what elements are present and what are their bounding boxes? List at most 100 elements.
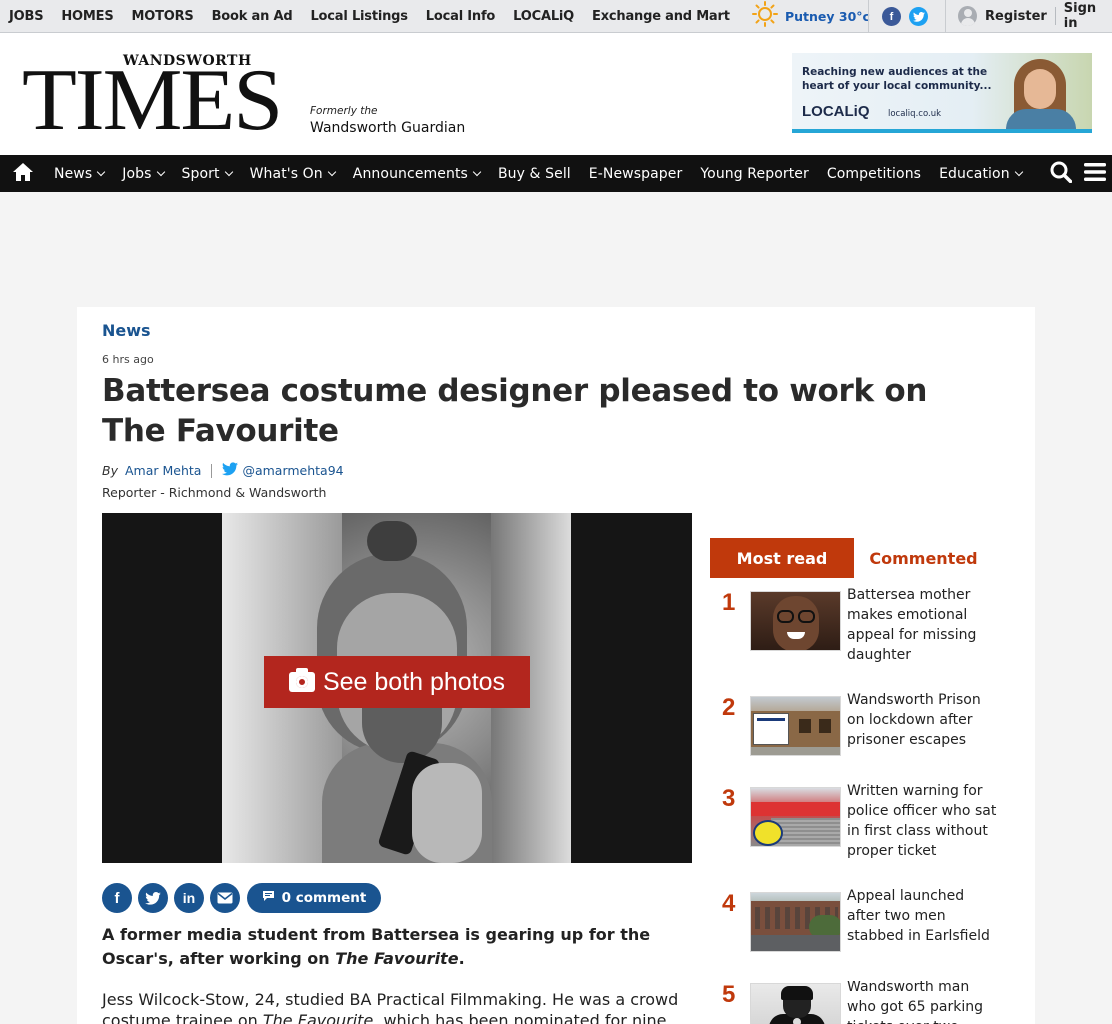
sun-icon — [752, 1, 778, 31]
most-read-item[interactable]: 1 Battersea mother makes emotional appea… — [710, 587, 1000, 669]
comment-icon — [262, 890, 275, 906]
article-thumbnail — [750, 787, 841, 847]
account-links: Register Sign in — [958, 0, 1112, 32]
article-timestamp: 6 hrs ago — [102, 353, 154, 366]
social-links: f — [882, 7, 928, 26]
share-bar: f in 0 comment — [102, 883, 381, 913]
author-role: Reporter - Richmond & Wandsworth — [102, 485, 327, 500]
nav-item-education[interactable]: Education — [930, 155, 1031, 192]
weather-temperature: Putney 30°c — [785, 8, 870, 24]
share-email-icon[interactable] — [210, 883, 240, 913]
most-read-title: Wandsworth Prison on lockdown after pris… — [847, 692, 981, 748]
nav-item-sport[interactable]: Sport — [173, 155, 241, 192]
nav-item-young-reporter[interactable]: Young Reporter — [691, 155, 818, 192]
nav-item-e-newspaper[interactable]: E-Newspaper — [580, 155, 692, 192]
author-link[interactable]: Amar Mehta — [125, 463, 201, 478]
article-body: Jess Wilcock-Stow, 24, studied BA Practi… — [102, 990, 679, 1024]
share-facebook-icon[interactable]: f — [102, 883, 132, 913]
nav-item-news[interactable]: News — [45, 155, 113, 192]
main-navigation: News Jobs Sport What's On Announcements … — [0, 155, 1112, 192]
utility-link-book-an-ad[interactable]: Book an Ad — [203, 9, 302, 24]
chevron-down-icon — [156, 167, 165, 176]
utility-link-exchange-and-mart[interactable]: Exchange and Mart — [583, 9, 739, 24]
byline: By Amar Mehta @amarmehta94 — [102, 462, 344, 479]
comments-button[interactable]: 0 comment — [247, 883, 381, 913]
most-read-tabs: Most read Commented — [710, 538, 993, 578]
byline-prefix: By — [102, 463, 118, 478]
article-photo[interactable]: See both photos — [102, 513, 692, 863]
utility-link-motors[interactable]: MOTORS — [123, 9, 203, 24]
rank-number: 4 — [722, 890, 736, 917]
article-thumbnail — [750, 696, 841, 756]
utility-bar: JOBS HOMES MOTORS Book an Ad Local Listi… — [0, 0, 1112, 33]
utility-link-local-info[interactable]: Local Info — [417, 9, 504, 24]
divider — [211, 463, 213, 478]
nav-item-whats-on[interactable]: What's On — [241, 155, 344, 192]
register-link[interactable]: Register — [985, 9, 1047, 24]
most-read-item[interactable]: 5 Wandsworth man who got 65 parking tick… — [710, 981, 1000, 1024]
utility-link-localiq[interactable]: LOCALiQ — [504, 9, 583, 24]
tab-most-read[interactable]: Most read — [710, 538, 854, 578]
home-button[interactable] — [0, 155, 45, 192]
author-twitter-link[interactable]: @amarmehta94 — [242, 463, 343, 478]
article-headline: Battersea costume designer pleased to wo… — [102, 373, 928, 449]
most-read-item[interactable]: 4 Appeal launched after two men stabbed … — [710, 888, 1000, 960]
twitter-icon — [222, 462, 239, 479]
home-icon — [12, 162, 33, 185]
weather-widget[interactable]: Putney 30°c — [752, 0, 870, 32]
logo-former-name: Wandsworth Guardian — [310, 120, 466, 136]
article-standfirst: A former media student from Battersea is… — [102, 925, 651, 968]
share-linkedin-icon[interactable]: in — [174, 883, 204, 913]
divider — [868, 0, 869, 32]
chevron-down-icon — [327, 167, 337, 176]
localiq-ad-banner[interactable]: Reaching new audiences at the heart of y… — [792, 53, 1092, 133]
article-thumbnail — [750, 983, 841, 1024]
utility-link-jobs[interactable]: JOBS — [0, 9, 52, 24]
utility-link-local-listings[interactable]: Local Listings — [301, 9, 416, 24]
article-thumbnail — [750, 892, 841, 952]
most-read-title: Wandsworth man who got 65 parking ticket… — [847, 981, 983, 1024]
user-avatar-icon — [958, 6, 978, 26]
rank-number: 2 — [722, 694, 736, 721]
comment-count: 0 comment — [281, 890, 367, 906]
utility-links: JOBS HOMES MOTORS Book an Ad Local Listi… — [0, 0, 739, 32]
chevron-down-icon — [224, 167, 233, 176]
utility-link-homes[interactable]: HOMES — [52, 9, 122, 24]
site-logo[interactable]: WANDSWORTH TIMES Formerly the Wandsworth… — [22, 52, 482, 149]
chevron-down-icon — [1014, 167, 1023, 176]
masthead: WANDSWORTH TIMES Formerly the Wandsworth… — [0, 33, 1112, 155]
twitter-icon[interactable] — [909, 7, 928, 26]
nav-item-jobs[interactable]: Jobs — [113, 155, 172, 192]
logo-wordmark: TIMES — [22, 52, 283, 149]
most-read-item[interactable]: 3 Written warning for police officer who… — [710, 783, 1000, 875]
section-label[interactable]: News — [102, 321, 151, 340]
divider — [1054, 7, 1056, 25]
nav-item-buy-sell[interactable]: Buy & Sell — [489, 155, 580, 192]
nav-item-competitions[interactable]: Competitions — [818, 155, 930, 192]
facebook-icon[interactable]: f — [882, 7, 901, 26]
advert-placeholder — [0, 192, 1112, 307]
see-photos-button[interactable]: See both photos — [264, 656, 530, 708]
most-read-title: Written warning for police officer who s… — [847, 783, 997, 859]
rank-number: 5 — [722, 981, 736, 1008]
article-card: News 6 hrs ago Battersea costume designe… — [77, 307, 1035, 1024]
see-photos-label: See both photos — [322, 667, 506, 696]
logo-formerly: Formerly the — [310, 105, 378, 117]
camera-icon — [288, 668, 315, 692]
nav-item-announcements[interactable]: Announcements — [344, 155, 489, 192]
share-twitter-icon[interactable] — [138, 883, 168, 913]
chevron-down-icon — [96, 167, 106, 176]
search-icon[interactable] — [1050, 161, 1073, 187]
most-read-item[interactable]: 2 Wandsworth Prison on lockdown after pr… — [710, 692, 1000, 764]
divider — [945, 0, 946, 32]
tab-commented[interactable]: Commented — [854, 538, 993, 578]
article-thumbnail — [750, 591, 841, 651]
hamburger-menu-icon[interactable] — [1084, 162, 1106, 186]
most-read-title: Appeal launched after two men stabbed in… — [847, 888, 990, 944]
signin-link[interactable]: Sign in — [1064, 1, 1112, 31]
ad-url: localiq.co.uk — [888, 109, 942, 119]
rank-number: 3 — [722, 785, 736, 812]
ad-photo — [1000, 53, 1080, 133]
most-read-title: Battersea mother makes emotional appeal … — [847, 587, 977, 663]
ad-tagline: Reaching new audiences at the heart of y… — [802, 66, 992, 92]
